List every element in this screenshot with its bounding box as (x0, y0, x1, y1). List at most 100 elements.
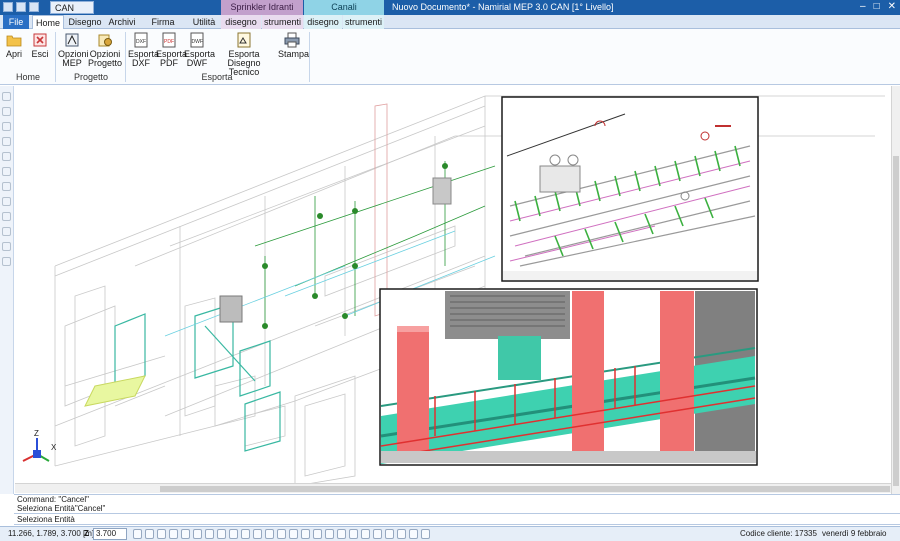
svg-text:PDF: PDF (164, 39, 174, 45)
render-icon[interactable] (277, 529, 286, 539)
opzioni-mep-label: Opzioni MEP (58, 49, 89, 68)
properties-icon[interactable] (421, 529, 430, 539)
view-iso-icon[interactable] (265, 529, 274, 539)
opzioni-progetto-label: Opzioni Progetto (88, 49, 123, 68)
tool-copy-icon[interactable] (2, 227, 11, 236)
tab-canali-strumenti[interactable]: strumenti (343, 15, 384, 29)
tool-pipe-icon[interactable] (2, 137, 11, 146)
ribbon-tabs: File Home Disegno Archivi Firma digitale… (0, 15, 900, 41)
esporta-dxf-button[interactable]: DXF Esporta DXF (128, 32, 159, 68)
esporta-disegno-tecnico-button[interactable]: Esporta Disegno Tecnico (216, 32, 272, 77)
tool-circle-icon[interactable] (2, 182, 11, 191)
snap-endpoint-icon[interactable] (133, 529, 142, 539)
view-side-icon[interactable] (253, 529, 262, 539)
command-prompt[interactable]: Seleziona Entità (14, 513, 900, 525)
settings-mep-icon (65, 33, 79, 47)
exit-icon (33, 33, 47, 47)
tab-canali-disegno[interactable]: disegno (304, 15, 342, 29)
tool-pan-icon[interactable] (2, 107, 11, 116)
tool-select-icon[interactable] (2, 92, 11, 101)
group-separator (309, 32, 310, 82)
undo-icon[interactable] (29, 2, 39, 12)
wireframe-icon[interactable] (301, 529, 310, 539)
app-menu-icon[interactable] (3, 2, 13, 12)
tab-sprinkler-strumenti[interactable]: strumenti (262, 15, 303, 29)
axis-label-x: X (51, 443, 57, 452)
save-icon[interactable] (16, 2, 26, 12)
apri-button[interactable]: Apri (4, 32, 24, 59)
measure-icon[interactable] (409, 529, 418, 539)
tool-cross-icon[interactable] (2, 197, 11, 206)
settings-project-icon (98, 34, 112, 47)
maximize-button[interactable]: □ (874, 1, 880, 12)
tab-archivi[interactable]: Archivi (105, 15, 139, 29)
command-prompt-text: Seleziona Entità (17, 515, 75, 524)
tab-disegno[interactable]: Disegno (67, 15, 103, 29)
group-separator (55, 32, 56, 82)
polar-icon[interactable] (205, 529, 214, 539)
svg-text:DXF: DXF (136, 39, 146, 45)
air-unit-box (219, 295, 243, 323)
tool-measure-icon[interactable] (2, 212, 11, 221)
stampa-button[interactable]: Stampa (278, 32, 309, 59)
tab-sprinkler-disegno[interactable]: disegno (221, 15, 261, 29)
zoom-out-icon[interactable] (349, 529, 358, 539)
esporta-pdf-label: Esporta PDF (156, 49, 188, 68)
tab-file[interactable]: File (3, 15, 29, 29)
document-tab[interactable]: CAN (50, 1, 94, 14)
snap-center-icon[interactable] (157, 529, 166, 539)
vertical-scroll-thumb[interactable] (893, 156, 899, 486)
tool-duct-icon[interactable] (2, 152, 11, 161)
ortho-icon[interactable] (193, 529, 202, 539)
zoom-extents-icon[interactable] (361, 529, 370, 539)
opzioni-mep-button[interactable]: Opzioni MEP (58, 32, 89, 68)
dwf-export-icon: DWF (190, 32, 204, 48)
horizontal-scrollbar[interactable] (15, 483, 891, 493)
snap-midpoint-icon[interactable] (145, 529, 154, 539)
status-date: venerdì 9 febbraio 2018 (822, 529, 887, 538)
grid-icon[interactable] (217, 529, 226, 539)
vertical-scrollbar[interactable] (891, 86, 900, 494)
z-level-input[interactable]: 3.700 (93, 528, 127, 540)
tab-firma-digitale[interactable]: Firma digitale (141, 15, 185, 41)
command-history: Command: "Cancel" Seleziona Entità"Cance… (14, 494, 900, 513)
zoom-window-icon[interactable] (373, 529, 382, 539)
shade-icon[interactable] (289, 529, 298, 539)
esporta-dwf-label: Esporta DWF (184, 49, 216, 68)
tab-home[interactable]: Home (32, 15, 64, 29)
esporta-dxf-label: Esporta DXF (128, 49, 160, 68)
orbit-icon[interactable] (397, 529, 406, 539)
group-label-home: Home (15, 72, 40, 82)
esporta-dwf-button[interactable]: DWF Esporta DWF (184, 32, 215, 68)
view-top-icon[interactable] (229, 529, 238, 539)
view-front-icon[interactable] (241, 529, 250, 539)
esci-button[interactable]: Esci (30, 32, 50, 59)
inset-view-render (379, 288, 758, 466)
title-bar: CAN Sprinkler Idranti Canali Nuovo Docum… (0, 0, 900, 15)
status-bar: 11.266, 1.789, 3.700 [m] Z 3.700 Codice … (0, 526, 900, 541)
technical-drawing-export-icon (237, 32, 251, 48)
tool-delete-icon[interactable] (2, 242, 11, 251)
snap-intersection-icon[interactable] (169, 529, 178, 539)
esporta-pdf-button[interactable]: PDF Esporta PDF (156, 32, 187, 68)
tool-fitting-icon[interactable] (2, 167, 11, 176)
close-button[interactable]: ✕ (888, 1, 896, 12)
pan-icon[interactable] (385, 529, 394, 539)
drawing-canvas[interactable]: Z X (15, 86, 891, 494)
minimize-button[interactable]: – (860, 1, 866, 12)
folder-open-icon (6, 35, 22, 47)
layer-icon[interactable] (313, 529, 322, 539)
tool-line-icon[interactable] (2, 122, 11, 131)
snap-perpendicular-icon[interactable] (181, 529, 190, 539)
dxf-export-icon: DXF (134, 32, 148, 48)
group-label-progetto: Progetto (73, 72, 109, 82)
tool-layer-icon[interactable] (2, 257, 11, 266)
horizontal-scroll-thumb[interactable] (160, 486, 890, 492)
tab-utilita[interactable]: Utilità (190, 15, 218, 29)
opzioni-progetto-button[interactable]: Opzioni Progetto (88, 32, 122, 68)
axis-label-z: Z (34, 429, 39, 438)
coordinate-readout: 11.266, 1.789, 3.700 [m] (8, 529, 95, 538)
equipment-box (432, 177, 452, 205)
zoom-in-icon[interactable] (337, 529, 346, 539)
eye-icon[interactable] (325, 529, 334, 539)
